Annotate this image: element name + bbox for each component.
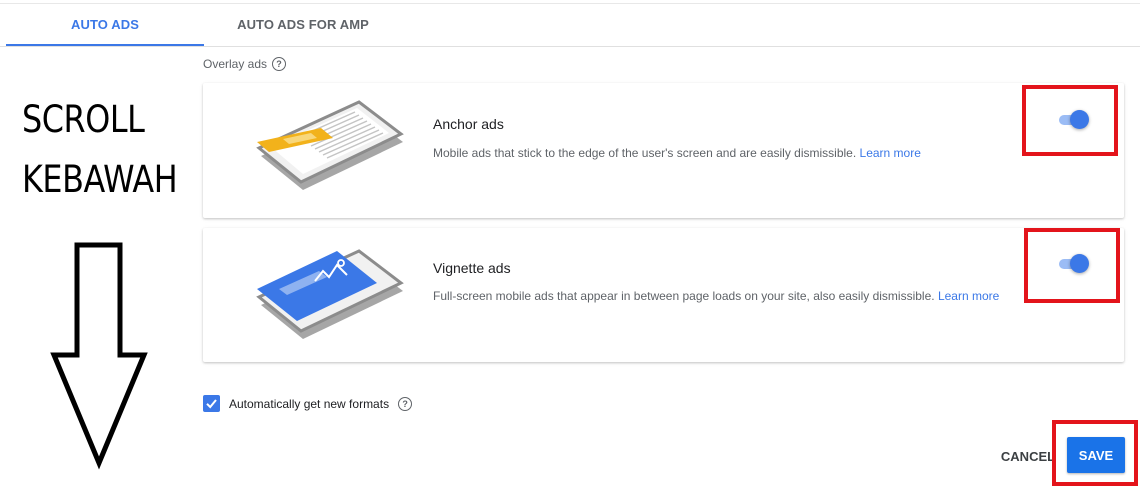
- tab-auto-ads-label: AUTO ADS: [71, 17, 139, 32]
- section-label-text: Overlay ads: [203, 57, 268, 71]
- auto-formats-checkbox[interactable]: [203, 395, 220, 412]
- anchor-ads-description-text: Mobile ads that stick to the edge of the…: [433, 146, 857, 160]
- vignette-ads-learn-more-link[interactable]: Learn more: [938, 289, 999, 303]
- vignette-ads-description: Full-screen mobile ads that appear in be…: [433, 289, 999, 303]
- tab-auto-ads-for-amp[interactable]: AUTO ADS FOR AMP: [204, 4, 402, 45]
- phone-anchor-ad-illustration: [256, 100, 404, 190]
- tab-auto-ads-for-amp-label: AUTO ADS FOR AMP: [237, 17, 369, 32]
- anchor-ads-card: Anchor ads Mobile ads that stick to the …: [203, 83, 1124, 218]
- annotation-kebawah: KEBAWAH: [22, 158, 178, 201]
- phone-vignette-ad-illustration: [256, 249, 404, 339]
- active-tab-indicator: [6, 44, 204, 46]
- vignette-ads-title: Vignette ads: [433, 260, 511, 276]
- tab-auto-ads[interactable]: AUTO ADS: [6, 4, 204, 46]
- anchor-ads-description: Mobile ads that stick to the edge of the…: [433, 146, 921, 160]
- vignette-ads-card: Vignette ads Full-screen mobile ads that…: [203, 228, 1124, 362]
- highlight-box-vignette-toggle: [1024, 228, 1120, 303]
- highlight-box-anchor-toggle: [1022, 85, 1118, 156]
- down-arrow-icon: [50, 242, 148, 470]
- vignette-ads-description-text: Full-screen mobile ads that appear in be…: [433, 289, 935, 303]
- highlight-box-save-button: [1052, 420, 1138, 486]
- cancel-button[interactable]: CANCEL: [998, 442, 1058, 470]
- help-circle-icon[interactable]: ?: [272, 57, 287, 71]
- auto-formats-label: Automatically get new formats: [229, 396, 390, 411]
- help-circle-icon[interactable]: ?: [398, 396, 413, 411]
- annotation-scroll: SCROLL: [22, 98, 145, 141]
- checkmark-icon: [206, 399, 217, 409]
- anchor-ads-title: Anchor ads: [433, 116, 504, 132]
- auto-formats-row: Automatically get new formats ?: [203, 395, 413, 412]
- tab-bar: AUTO ADS AUTO ADS FOR AMP: [0, 0, 1140, 47]
- section-label: Overlay ads ?: [203, 57, 287, 71]
- anchor-ads-learn-more-link[interactable]: Learn more: [860, 146, 921, 160]
